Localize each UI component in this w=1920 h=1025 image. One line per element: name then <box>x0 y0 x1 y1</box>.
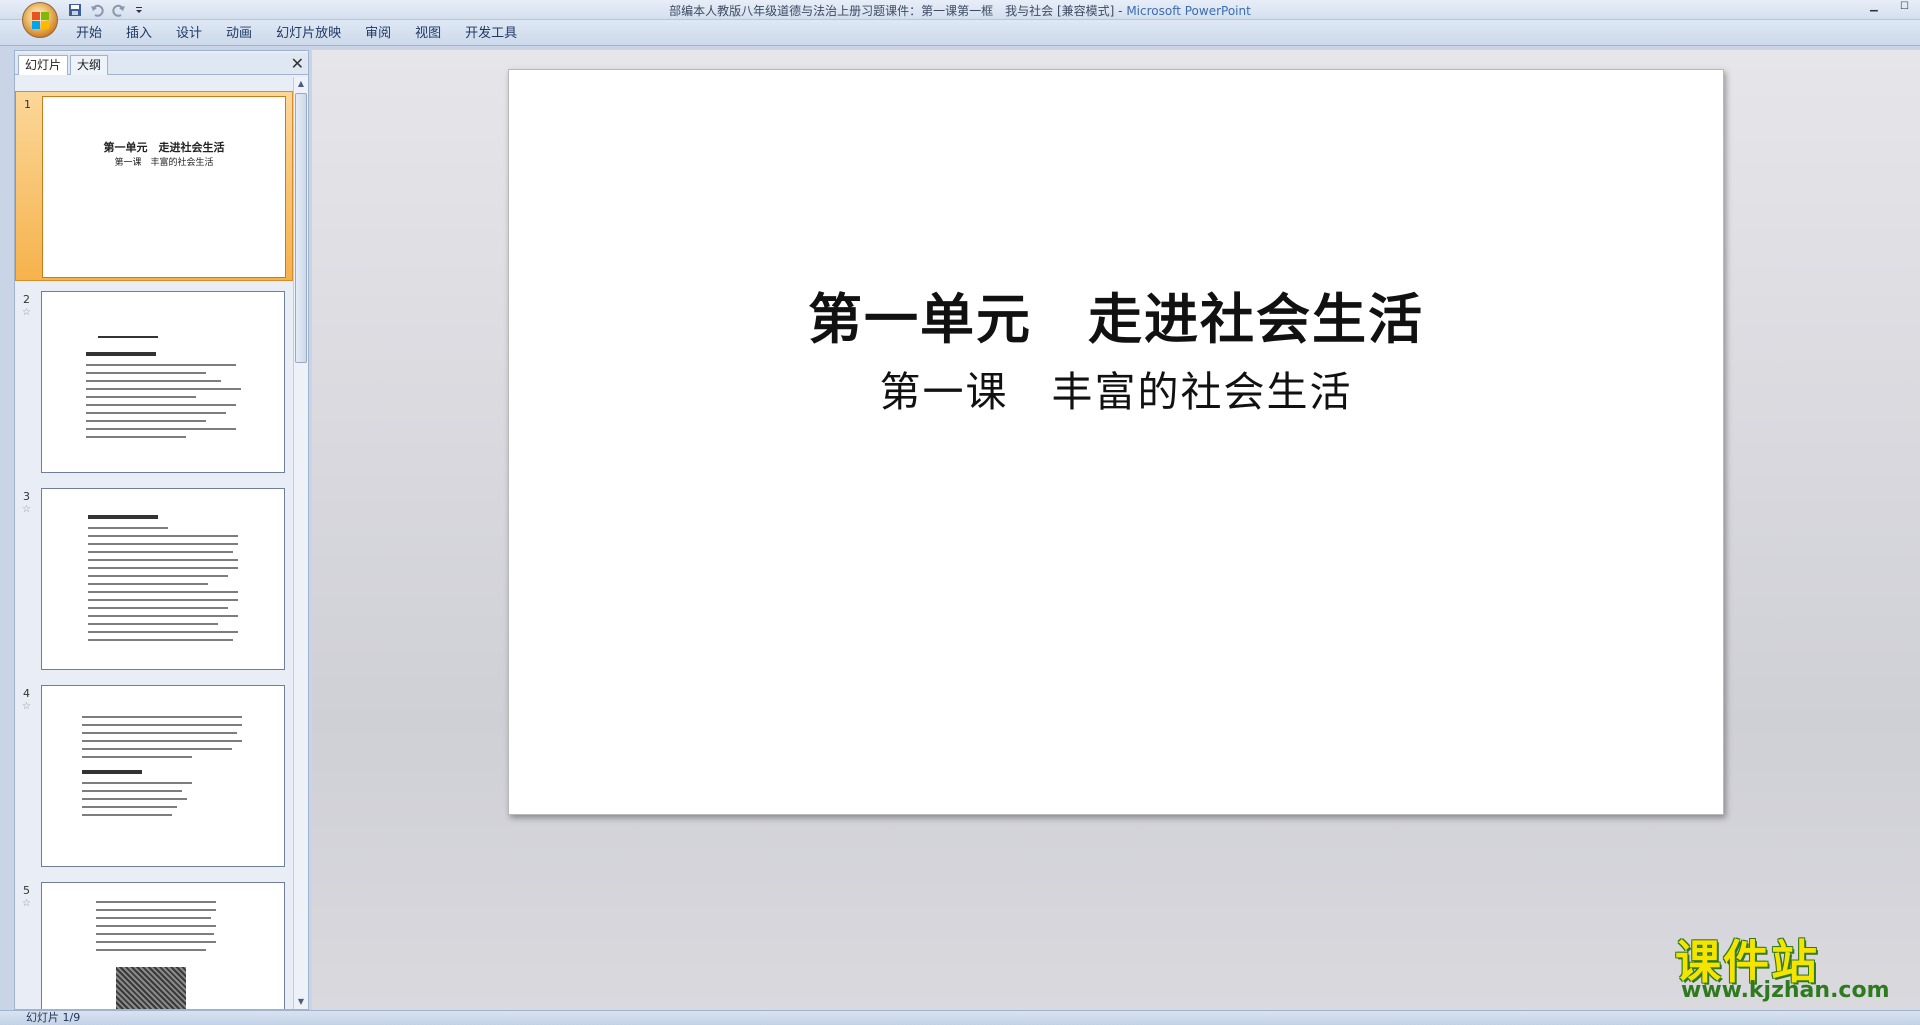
thumbnail-preview <box>41 291 285 473</box>
animation-star-icon: ☆ <box>22 898 31 909</box>
ribbon-tabs: 开始 插入 设计 动画 幻灯片放映 审阅 视图 开发工具 <box>66 25 529 43</box>
slide-thumbnail-1[interactable]: 1 第一单元 走进社会生活 第一课 丰富的社会生活 <box>15 91 293 281</box>
tab-design[interactable]: 设计 <box>164 25 214 43</box>
scroll-up-icon[interactable]: ▲ <box>294 77 308 91</box>
slide-subtitle[interactable]: 第一课 丰富的社会生活 <box>509 358 1723 418</box>
animation-star-icon: ☆ <box>22 701 31 712</box>
minimize-icon[interactable]: ▁ <box>1870 2 1882 12</box>
tab-slideshow[interactable]: 幻灯片放映 <box>264 25 353 43</box>
tab-slides[interactable]: 幻灯片 <box>18 55 69 75</box>
thumbnail-preview <box>41 685 285 867</box>
slide-number: 4 <box>23 687 30 700</box>
watermark-url: www.kjzhan.com <box>1681 978 1890 1003</box>
slide-number: 2 <box>23 293 30 306</box>
pane-tabs: 幻灯片 大纲 ✕ <box>15 53 308 75</box>
slide-thumbnail-5[interactable]: 5 ☆ <box>15 878 293 1009</box>
slide-indicator: 幻灯片 1/9 <box>26 1011 81 1024</box>
tab-view[interactable]: 视图 <box>403 25 453 43</box>
tab-developer[interactable]: 开发工具 <box>453 25 529 43</box>
slide-number: 3 <box>23 490 30 503</box>
watermark-logo: 课件站 www.kjzhan.com <box>1667 926 1902 1008</box>
office-logo-icon <box>32 12 50 30</box>
slide-number: 1 <box>24 98 31 111</box>
slide-thumbnail-2[interactable]: 2 ☆ <box>15 287 293 477</box>
slide-editing-area: 第一单元 走进社会生活 第一课 丰富的社会生活 <box>312 50 1920 1010</box>
close-icon[interactable]: ✕ <box>291 56 304 72</box>
thumbnail-preview <box>41 488 285 670</box>
animation-star-icon: ☆ <box>22 307 31 318</box>
current-slide[interactable]: 第一单元 走进社会生活 第一课 丰富的社会生活 <box>508 69 1724 815</box>
thumbnail-list: 1 第一单元 走进社会生活 第一课 丰富的社会生活 2 ☆ 3 ☆ 4 ☆ 5 … <box>15 77 293 1009</box>
animation-star-icon: ☆ <box>22 504 31 515</box>
slide-number: 5 <box>23 884 30 897</box>
tab-home[interactable]: 开始 <box>66 25 114 43</box>
scroll-down-icon[interactable]: ▼ <box>294 995 308 1009</box>
slides-pane: 幻灯片 大纲 ✕ 1 第一单元 走进社会生活 第一课 丰富的社会生活 2 ☆ 3… <box>14 50 309 1010</box>
slide-thumbnail-4[interactable]: 4 ☆ <box>15 681 293 871</box>
window-title: 部编本人教版八年级道德与法治上册习题课件：第一课第一框 我与社会 [兼容模式] … <box>669 4 1251 18</box>
title-bar: 部编本人教版八年级道德与法治上册习题课件：第一课第一框 我与社会 [兼容模式] … <box>0 0 1920 20</box>
thumbnail-preview: 第一单元 走进社会生活 第一课 丰富的社会生活 <box>42 96 286 278</box>
tab-insert[interactable]: 插入 <box>114 25 164 43</box>
tab-animations[interactable]: 动画 <box>214 25 264 43</box>
tab-outline[interactable]: 大纲 <box>70 55 109 75</box>
scrollbar-thumb[interactable] <box>295 93 307 363</box>
thumbnail-preview <box>41 882 285 1009</box>
thumbnail-scrollbar[interactable]: ▲ ▼ <box>293 77 308 1009</box>
ribbon: 开始 插入 设计 动画 幻灯片放映 审阅 视图 开发工具 <box>0 20 1920 46</box>
slide-thumbnail-3[interactable]: 3 ☆ <box>15 484 293 674</box>
maximize-icon[interactable]: ☐ <box>1900 2 1912 12</box>
thumbnail-photo <box>116 967 186 1009</box>
office-button[interactable] <box>22 2 58 38</box>
slide-title[interactable]: 第一单元 走进社会生活 <box>509 275 1723 354</box>
window-controls: ▁ ☐ <box>1870 2 1912 12</box>
thumbnail-title: 第一单元 走进社会生活 <box>103 141 225 154</box>
status-bar: 幻灯片 1/9 <box>0 1010 1920 1025</box>
tab-review[interactable]: 审阅 <box>353 25 403 43</box>
thumbnail-subtitle: 第一课 丰富的社会生活 <box>114 158 214 168</box>
